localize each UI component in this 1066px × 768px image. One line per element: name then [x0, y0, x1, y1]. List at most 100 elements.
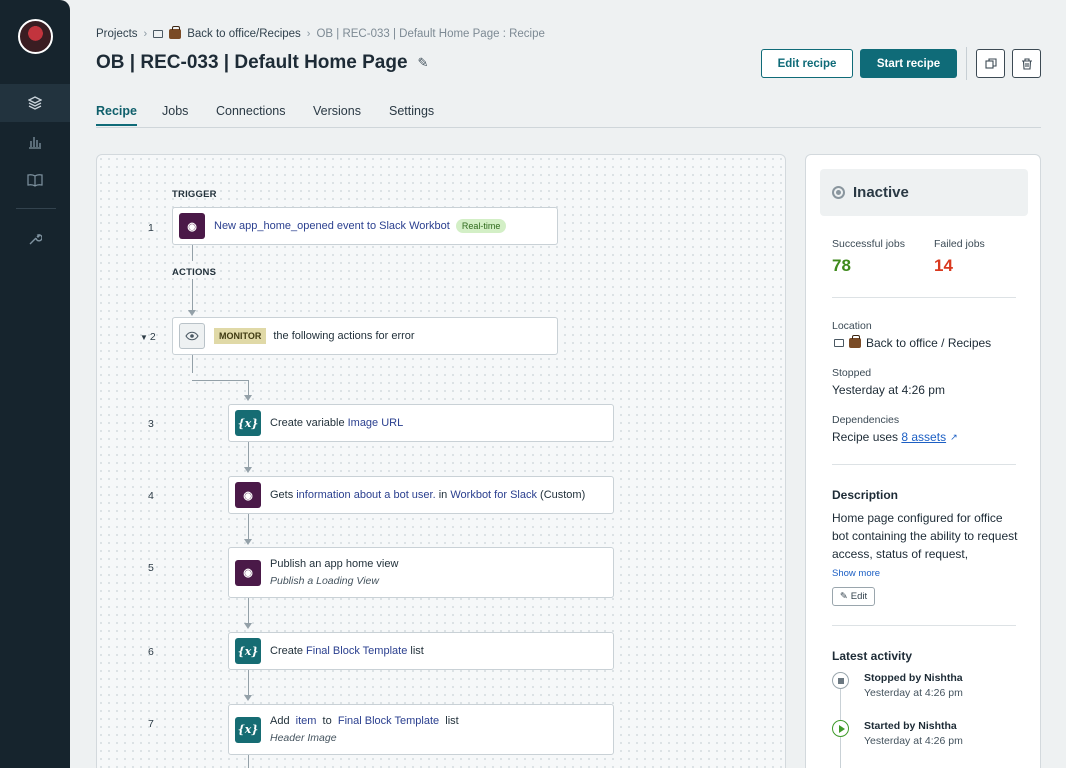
successful-jobs-count[interactable]: 78: [832, 256, 851, 276]
start-recipe-button[interactable]: Start recipe: [860, 49, 957, 78]
chevron-right-icon: ›: [306, 28, 311, 40]
slack-workbot-icon: ◉: [179, 213, 205, 239]
arrow-down-icon: [244, 467, 252, 473]
step-suffix: list: [442, 715, 459, 727]
location-value[interactable]: Back to office / Recipes: [834, 335, 992, 350]
briefcase-icon: [169, 26, 182, 39]
step-monitor[interactable]: MONITOR the following actions for error: [172, 317, 558, 355]
step-suffix: (Custom): [536, 489, 586, 501]
arrow-down-icon: [244, 539, 252, 545]
assets-link[interactable]: 8 assets: [901, 430, 946, 444]
copy-icon[interactable]: [976, 49, 1005, 78]
play-icon: [832, 720, 849, 737]
dashboard-icon[interactable]: [0, 123, 70, 161]
stopped-label: Stopped: [832, 367, 872, 379]
step-add-list-item[interactable]: {x} Add item to Final Block Template lis…: [228, 704, 614, 755]
step-highlight: Workbot for Slack: [450, 489, 537, 501]
tab-bar: Recipe Jobs Connections Versions Setting…: [96, 104, 1041, 128]
tab-settings[interactable]: Settings: [389, 104, 434, 118]
docs-icon[interactable]: [0, 161, 70, 199]
step-publish-home-view[interactable]: ◉ Publish an app home view Publish a Loa…: [228, 547, 614, 598]
activity-time: Yesterday at 4:26 pm: [864, 735, 963, 747]
step-highlight: Final Block Template: [337, 715, 440, 727]
activity-time: Yesterday at 4:26 pm: [864, 687, 963, 699]
avatar[interactable]: [18, 19, 53, 54]
failed-jobs-count[interactable]: 14: [934, 256, 953, 276]
variable-icon: {x}: [235, 410, 261, 436]
connector: [248, 598, 249, 624]
dependencies-value: Recipe uses 8 assets ↗: [832, 430, 958, 444]
step-text: Publish an app home view: [270, 558, 399, 570]
activity-item: Started by Nishtha Yesterday at 4:26 pm: [832, 720, 963, 747]
connector: [192, 245, 193, 261]
connector: [192, 279, 193, 311]
failed-jobs-label: Failed jobs: [934, 238, 985, 250]
location-text: Back to office / Recipes: [866, 336, 992, 350]
tab-jobs[interactable]: Jobs: [162, 104, 188, 118]
successful-jobs-label: Successful jobs: [832, 238, 905, 250]
step-create-list[interactable]: {x} Create Final Block Template list: [228, 632, 614, 670]
dependencies-prefix: Recipe uses: [832, 430, 902, 444]
pencil-icon[interactable]: ✎: [418, 55, 429, 71]
eye-icon: [179, 323, 205, 349]
stopped-value: Yesterday at 4:26 pm: [832, 383, 945, 397]
external-link-icon[interactable]: ↗: [950, 432, 958, 443]
connector: [248, 514, 249, 540]
slack-workbot-icon: ◉: [235, 559, 261, 586]
step-number: 4: [148, 490, 154, 502]
step-highlight: Image URL: [347, 417, 404, 429]
edit-description-button[interactable]: ✎ Edit: [832, 587, 875, 606]
connector: [248, 380, 249, 396]
nav-divider: [16, 208, 56, 209]
arrow-down-icon: [244, 623, 252, 629]
activity-title: Started by Nishtha: [864, 720, 957, 732]
header-divider: [966, 47, 967, 80]
tab-connections[interactable]: Connections: [216, 104, 286, 118]
step-subtitle: Publish a Loading View: [270, 575, 379, 587]
recipe-canvas: TRIGGER 1 ◉ New app_home_opened event to…: [96, 154, 786, 768]
page-title-row: OB | REC-033 | Default Home Page ✎: [96, 52, 428, 74]
step-number: 3: [148, 418, 154, 430]
step-suffix: list: [407, 645, 424, 657]
step-number-value: 2: [149, 331, 156, 343]
tab-recipe[interactable]: Recipe: [96, 104, 137, 126]
edit-recipe-button[interactable]: Edit recipe: [761, 49, 853, 78]
collapse-caret-icon[interactable]: ▼: [140, 333, 148, 342]
step-prefix: Create: [270, 645, 304, 657]
step-trigger[interactable]: ◉ New app_home_opened event to Slack Wor…: [172, 207, 558, 245]
step-number: 1: [148, 222, 154, 234]
connector: [248, 442, 249, 468]
tab-versions[interactable]: Versions: [313, 104, 361, 118]
status-text: Inactive: [853, 184, 909, 201]
step-subtitle: Header Image: [270, 732, 337, 744]
description-text: Home page configured for office bot cont…: [832, 511, 1018, 561]
chevron-right-icon: ›: [143, 28, 148, 40]
step-prefix: Add: [270, 715, 293, 727]
briefcase-icon: [849, 335, 861, 348]
connector: [248, 670, 249, 696]
step-highlight: item: [295, 715, 317, 727]
step-get-bot-user[interactable]: ◉ Gets information about a bot user. in …: [228, 476, 614, 514]
show-more-link[interactable]: Show more: [832, 568, 880, 579]
trash-icon[interactable]: [1012, 49, 1041, 78]
step-highlight: Final Block Template: [306, 645, 408, 657]
sidebar: [0, 0, 70, 768]
step-number: 7: [148, 718, 154, 730]
recipes-icon[interactable]: [0, 84, 70, 122]
page-title: OB | REC-033 | Default Home Page: [96, 52, 408, 73]
slack-workbot-icon: ◉: [235, 482, 261, 508]
actions-label: ACTIONS: [172, 267, 217, 278]
step-text: the following actions for error: [273, 330, 415, 342]
inactive-status-icon: [832, 186, 845, 199]
variable-icon: {x}: [235, 638, 261, 664]
connector: [192, 380, 248, 381]
description-heading: Description: [832, 488, 899, 502]
step-create-variable[interactable]: {x} Create variable Image URL: [228, 404, 614, 442]
pencil-icon: ✎: [839, 591, 848, 602]
latest-activity-heading: Latest activity: [832, 649, 913, 663]
tools-icon[interactable]: [0, 220, 70, 258]
breadcrumb-current: OB | REC-033 | Default Home Page : Recip…: [316, 28, 545, 40]
breadcrumb-folder[interactable]: Back to office/Recipes: [187, 28, 301, 40]
edit-label: Edit: [850, 591, 868, 602]
breadcrumb-projects[interactable]: Projects: [96, 28, 138, 40]
